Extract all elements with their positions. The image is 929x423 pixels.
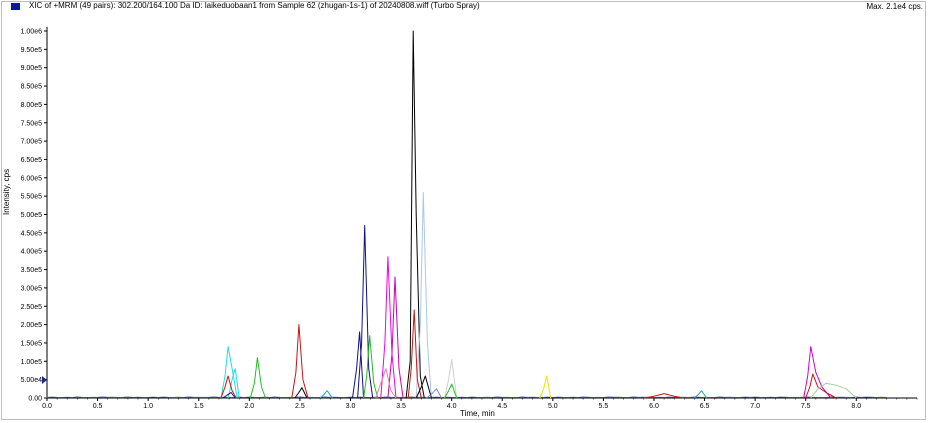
x-tick-label: 1.0 (143, 403, 153, 410)
y-tick-label: 5.50e5 (21, 194, 43, 201)
x-tick-label: 2.0 (244, 403, 254, 410)
x-tick-label: 4.0 (447, 403, 457, 410)
x-tick-label: 7.5 (801, 403, 811, 410)
x-tick-label: 4.5 (497, 403, 507, 410)
y-tick-label: 3.50e5 (21, 267, 43, 274)
x-tick-label: 3.5 (396, 403, 406, 410)
series-line-6 (363, 335, 379, 399)
series-line-17 (805, 373, 837, 399)
y-tick-label: 6.00e5 (21, 175, 43, 182)
y-tick-label: 7.50e5 (21, 120, 43, 127)
series-line-22 (375, 368, 397, 399)
series-line-5 (387, 276, 404, 399)
x-tick-label: 0.0 (42, 403, 52, 410)
x-tick-label: 6.0 (649, 403, 659, 410)
y-tick-label: 5.00e4 (21, 377, 43, 384)
chromatogram-plot[interactable]: 0.0 0.5 1.0 1.5 2.0 2.5 3.0 3.5 4.0 4.5 5.0 5.5 6.0 6… (0, 0, 929, 423)
x-tick-label: 7.0 (750, 403, 760, 410)
y-tick-label: 5.00e5 (21, 212, 43, 219)
series-line-7 (291, 324, 309, 399)
y-tick-label: 4.50e5 (21, 230, 43, 237)
series-line-15 (539, 375, 552, 399)
plot-axes (46, 27, 917, 399)
y-tick-label: 8.50e5 (21, 84, 43, 91)
y-tick-label: 2.50e5 (21, 304, 43, 311)
y-tick-label: 0.00 (28, 396, 42, 403)
y-tick-label: 6.50e5 (21, 157, 43, 164)
series-line-2 (357, 225, 374, 399)
x-tick-label: 8.0 (851, 403, 861, 410)
x-tick-label: 6.5 (700, 403, 710, 410)
y-tick-label: 4.00e5 (21, 249, 43, 256)
x-tick-label: 5.5 (599, 403, 609, 410)
tick-marks: 0.0 0.5 1.0 1.5 2.0 2.5 3.0 3.5 4.0 4.5 5.0 5.5 6.0 6… (21, 29, 918, 410)
y-tick-label: 1.50e5 (21, 340, 43, 347)
y-tick-label: 9.00e5 (21, 65, 43, 72)
x-tick-label: 1.5 (194, 403, 204, 410)
y-tick-label: 7.00e5 (21, 139, 43, 146)
series-line-12 (249, 357, 266, 399)
series-line-26 (426, 388, 442, 399)
series-layer (46, 30, 887, 399)
x-tick-label: 2.5 (295, 403, 305, 410)
y-pointer-triangle-icon[interactable] (42, 376, 47, 384)
y-tick-label: 8.00e5 (21, 102, 43, 109)
y-tick-label: 3.00e5 (21, 285, 43, 292)
x-tick-label: 5.0 (548, 403, 558, 410)
y-tick-label: 1.00e5 (21, 359, 43, 366)
x-tick-label: 3.0 (346, 403, 356, 410)
y-tick-label: 9.50e5 (21, 47, 43, 54)
y-tick-label: 1.00e6 (21, 29, 43, 36)
y-tick-label: 2.00e5 (21, 322, 43, 329)
x-tick-label: 0.5 (93, 403, 103, 410)
